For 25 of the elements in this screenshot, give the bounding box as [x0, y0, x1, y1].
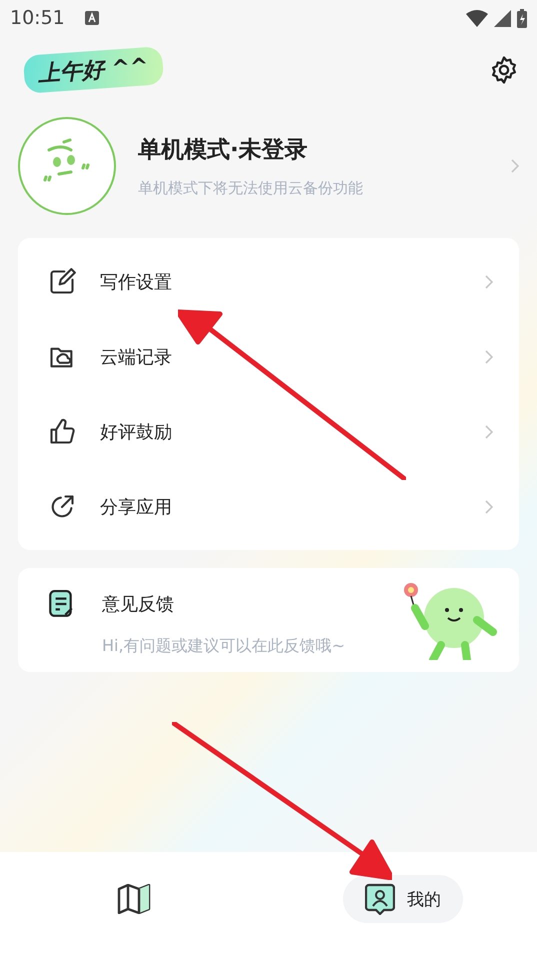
nav-tab[interactable]: 我的 — [342, 875, 463, 923]
menu-item[interactable]: 云端记录 — [18, 319, 519, 394]
profile-subtitle: 单机模式下将无法使用云备份功能 — [138, 179, 364, 198]
keyboard-indicator-icon — [84, 11, 99, 25]
feedback-subtitle: Hi,有问题或建议可以在此反馈哦~ — [102, 636, 346, 656]
wifi-icon — [466, 10, 488, 26]
menu-item[interactable]: 写作设置 — [18, 244, 519, 319]
menu-item[interactable]: 分享应用 — [18, 469, 519, 544]
chevron-right-icon — [511, 159, 519, 173]
feedback-title[interactable]: 意见反馈 — [102, 592, 174, 616]
chevron-right-icon — [485, 500, 493, 514]
battery-icon — [517, 8, 527, 28]
settings-icon[interactable] — [489, 55, 519, 85]
thumbs-up-icon — [48, 418, 76, 446]
chevron-right-icon — [485, 424, 493, 438]
note-pencil-icon — [48, 590, 74, 618]
map-icon — [117, 884, 152, 914]
status-time: 10:51 — [10, 7, 65, 29]
person-badge-icon — [364, 883, 395, 915]
signal-icon — [494, 10, 511, 26]
menu-item[interactable]: 好评鼓励 — [18, 394, 519, 469]
chevron-right-icon — [485, 274, 493, 288]
profile-name[interactable]: 单机模式·未登录 — [138, 134, 489, 165]
chevron-right-icon — [485, 350, 493, 364]
greeting-label: 上午好 ^^ — [22, 46, 164, 94]
